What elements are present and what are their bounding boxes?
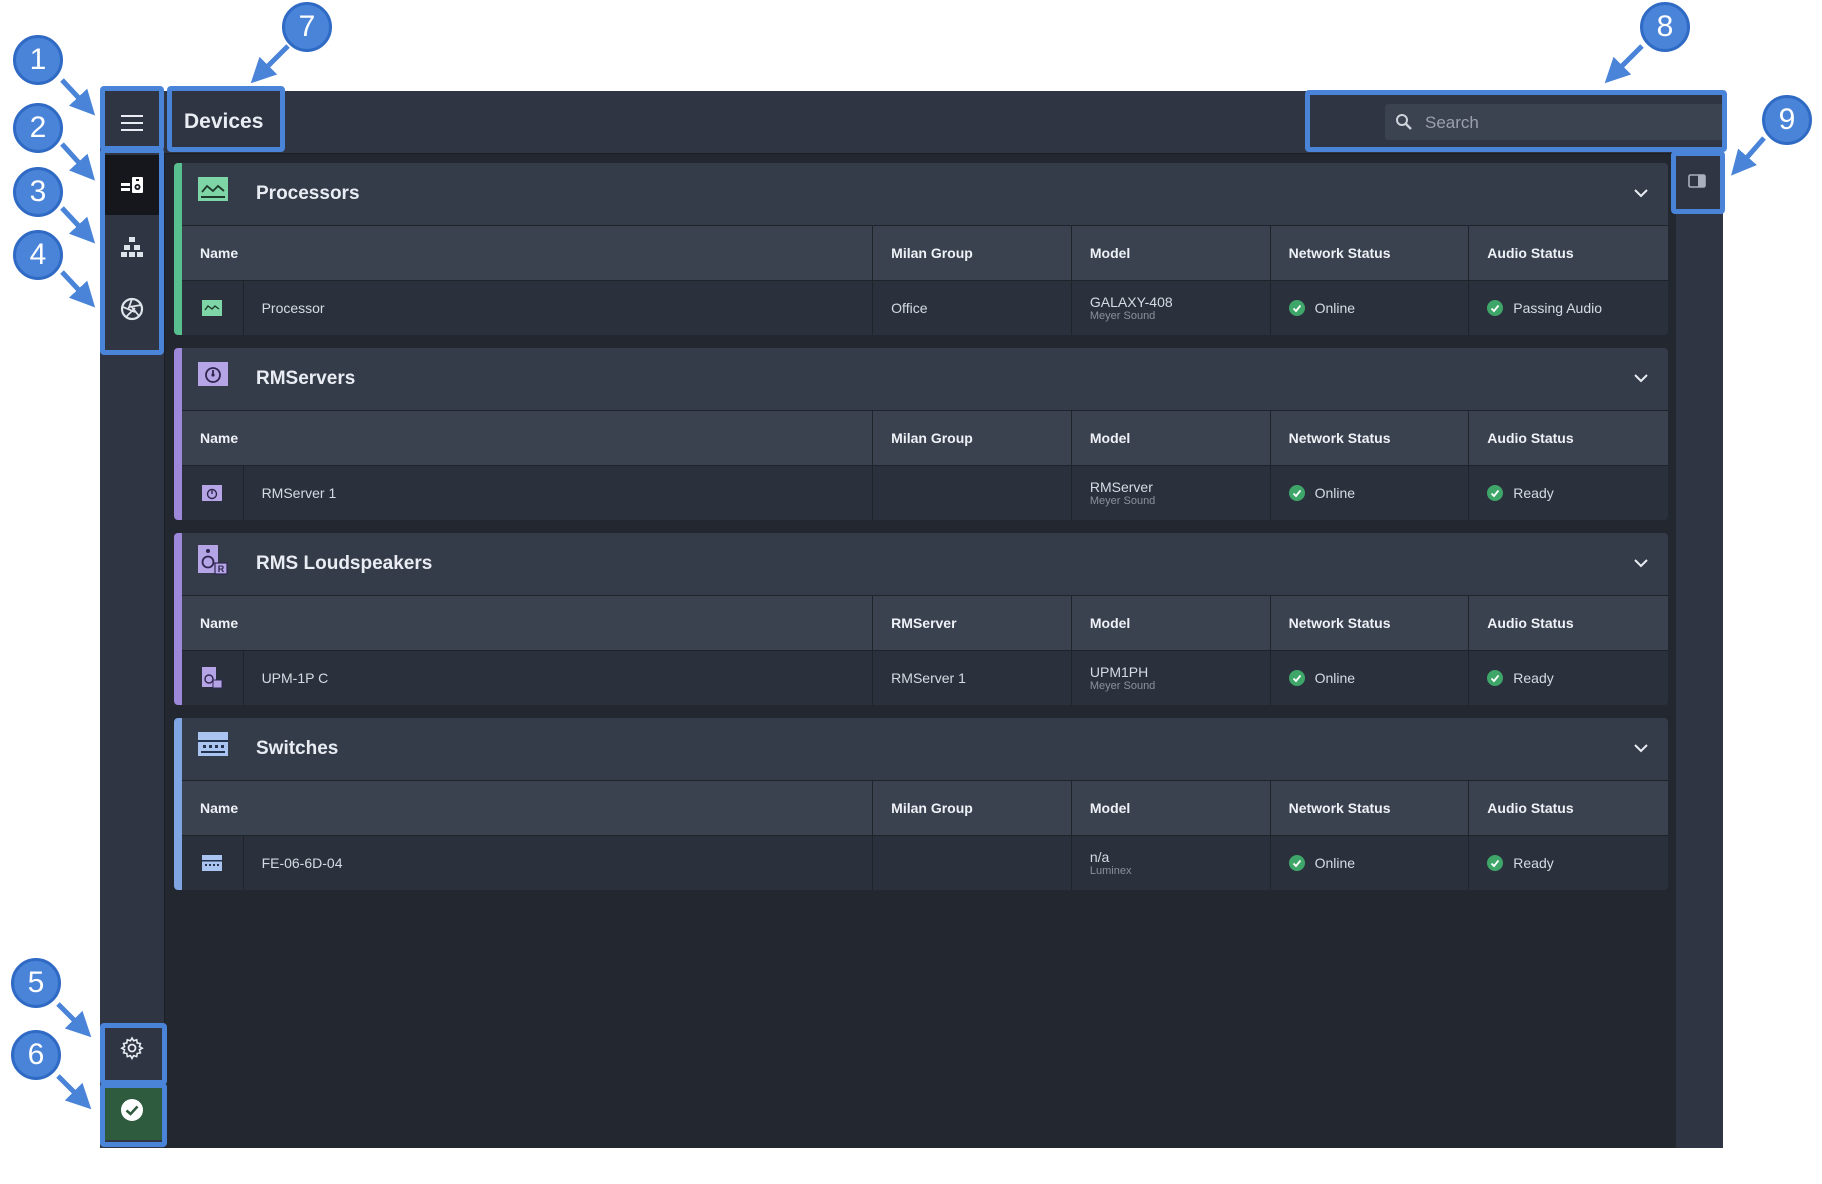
callout-9: 9	[1762, 95, 1812, 145]
callout-2: 2	[13, 103, 63, 153]
callout-3: 3	[13, 167, 63, 217]
callout-5: 5	[11, 958, 61, 1008]
callout-1: 1	[13, 35, 63, 85]
callout-4: 4	[13, 230, 63, 280]
annotation-arrows	[56, 44, 1766, 1110]
callout-8: 8	[1640, 2, 1690, 52]
callout-7: 7	[282, 2, 332, 52]
callout-6: 6	[11, 1030, 61, 1080]
